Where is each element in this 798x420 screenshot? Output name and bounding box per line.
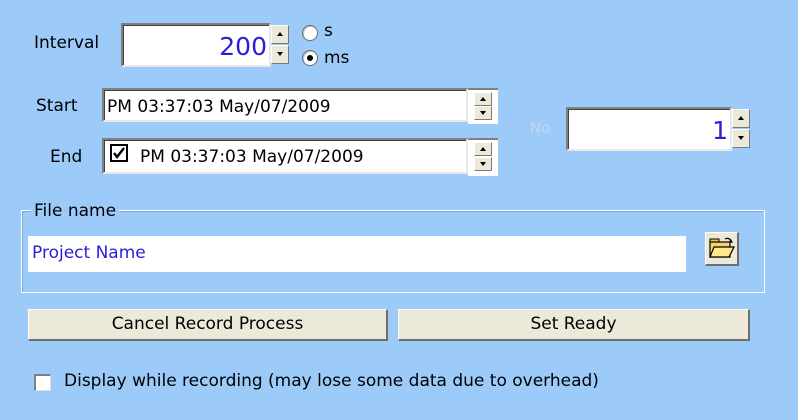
- radio-selected-dot: [307, 55, 313, 61]
- end-up-button[interactable]: [474, 142, 492, 156]
- arrow-down-icon: [277, 52, 283, 56]
- interval-label: Interval: [34, 33, 100, 53]
- start-up-button[interactable]: [474, 92, 492, 106]
- arrow-up-icon: [480, 147, 486, 151]
- unit-ms-radio[interactable]: [302, 50, 318, 66]
- interval-up-button[interactable]: [271, 25, 289, 44]
- arrow-down-icon: [480, 111, 486, 115]
- unit-s-label: s: [324, 21, 333, 41]
- interval-down-button[interactable]: [271, 45, 289, 64]
- interval-input[interactable]: 200: [121, 23, 271, 67]
- end-spinner[interactable]: [468, 138, 498, 176]
- end-down-button[interactable]: [474, 157, 492, 171]
- start-label: Start: [36, 96, 78, 116]
- checkmark-icon: [113, 147, 125, 159]
- start-datetime-field[interactable]: PM 03:37:03 May/07/2009: [102, 88, 468, 122]
- end-datetime-field[interactable]: PM 03:37:03 May/07/2009: [102, 138, 468, 174]
- arrow-up-icon: [738, 116, 744, 120]
- unit-s-radio[interactable]: [302, 25, 318, 41]
- file-name-input[interactable]: Project Name: [28, 236, 686, 272]
- arrow-up-icon: [277, 32, 283, 36]
- unit-ms-label: ms: [324, 48, 350, 68]
- no-input[interactable]: 1: [566, 107, 732, 151]
- set-ready-button[interactable]: Set Ready: [398, 309, 750, 341]
- arrow-down-icon: [480, 162, 486, 166]
- file-name-group-label: File name: [31, 201, 120, 221]
- cancel-record-process-button[interactable]: Cancel Record Process: [28, 309, 388, 341]
- end-enable-checkbox[interactable]: [110, 144, 128, 162]
- no-down-button[interactable]: [732, 129, 750, 148]
- start-spinner[interactable]: [468, 88, 498, 124]
- arrow-up-icon: [480, 97, 486, 101]
- start-down-button[interactable]: [474, 106, 492, 120]
- display-while-recording-label: Display while recording (may lose some d…: [64, 371, 599, 391]
- arrow-down-icon: [738, 136, 744, 140]
- no-label: No: [530, 119, 551, 137]
- display-while-recording-checkbox[interactable]: [34, 374, 51, 391]
- browse-folder-button[interactable]: [705, 232, 739, 266]
- no-up-button[interactable]: [732, 109, 750, 128]
- end-label: End: [50, 147, 83, 167]
- interval-spinner[interactable]: [271, 23, 289, 67]
- folder-open-icon: [709, 237, 735, 258]
- no-spinner[interactable]: [732, 107, 750, 151]
